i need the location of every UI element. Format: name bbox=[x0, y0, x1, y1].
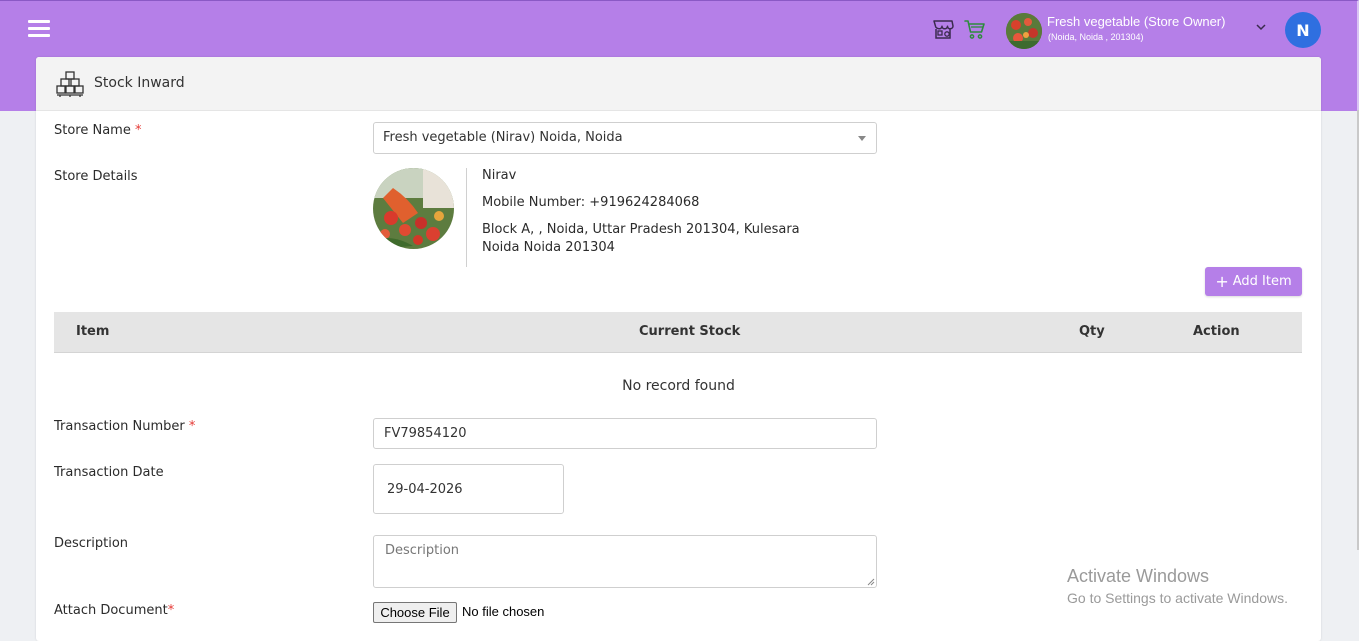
column-item: Item bbox=[76, 324, 110, 339]
store-name-label: Store Name * bbox=[54, 123, 142, 138]
required-mark: * bbox=[135, 123, 142, 138]
items-table-header: Item Current Stock Qty Action bbox=[54, 312, 1302, 353]
attach-document-label: Attach Document* bbox=[54, 603, 174, 618]
caret-down-icon bbox=[858, 136, 866, 141]
user-avatar[interactable]: N bbox=[1285, 12, 1321, 48]
store-photo bbox=[373, 168, 454, 249]
resize-handle-icon[interactable] bbox=[867, 578, 875, 586]
details-divider bbox=[466, 168, 467, 267]
required-mark: * bbox=[188, 419, 196, 434]
store-name-value: Fresh vegetable (Nirav) Noida, Noida bbox=[383, 130, 623, 145]
store-name-label-text: Store Name bbox=[54, 123, 131, 138]
store-avatar[interactable] bbox=[1006, 13, 1042, 49]
boxes-icon bbox=[56, 71, 84, 97]
cart-icon[interactable] bbox=[963, 17, 987, 41]
transaction-date-input[interactable]: 29-04-2026 bbox=[373, 464, 564, 514]
chevron-down-icon[interactable] bbox=[1255, 21, 1267, 33]
transaction-number-label: Transaction Number * bbox=[54, 419, 195, 434]
store-owner-name[interactable]: Fresh vegetable (Store Owner) bbox=[1047, 14, 1225, 29]
store-location: (Noida, Noida , 201304) bbox=[1048, 32, 1144, 42]
description-textarea[interactable]: Description bbox=[373, 535, 877, 588]
page-title: Stock Inward bbox=[94, 75, 185, 91]
no-record-message: No record found bbox=[622, 378, 735, 394]
column-action: Action bbox=[1193, 324, 1240, 339]
choose-file-button[interactable]: Choose File bbox=[373, 602, 457, 623]
store-details-label: Store Details bbox=[54, 169, 138, 184]
activate-windows-watermark: Activate Windows Go to Settings to activ… bbox=[1067, 566, 1288, 606]
add-item-button[interactable]: + Add Item bbox=[1205, 267, 1302, 296]
plus-icon: + bbox=[1215, 271, 1229, 291]
column-current-stock: Current Stock bbox=[639, 324, 741, 339]
attach-document-label-text: Attach Document bbox=[54, 603, 168, 618]
store-address-line-2: Noida Noida 201304 bbox=[482, 240, 615, 255]
required-mark: * bbox=[167, 603, 175, 618]
card-header: Stock Inward bbox=[36, 57, 1321, 111]
store-icon[interactable] bbox=[931, 17, 955, 41]
store-mobile: Mobile Number: +919624284068 bbox=[482, 195, 700, 210]
hamburger-menu-icon[interactable] bbox=[28, 20, 50, 38]
transaction-number-label-text: Transaction Number bbox=[54, 419, 185, 434]
column-qty: Qty bbox=[1079, 324, 1105, 339]
stock-inward-card: Stock Inward Store Name * Fresh vegetabl… bbox=[36, 57, 1321, 641]
no-file-chosen-text: No file chosen bbox=[462, 604, 545, 619]
description-label: Description bbox=[54, 536, 129, 551]
add-item-label: Add Item bbox=[1232, 274, 1292, 289]
activate-windows-subtitle: Go to Settings to activate Windows. bbox=[1067, 590, 1288, 606]
transaction-number-input[interactable]: FV79854120 bbox=[373, 418, 877, 449]
activate-windows-title: Activate Windows bbox=[1067, 566, 1210, 586]
store-name-select[interactable]: Fresh vegetable (Nirav) Noida, Noida bbox=[373, 122, 877, 154]
transaction-date-label: Transaction Date bbox=[54, 465, 164, 480]
store-address-line-1: Block A, , Noida, Uttar Pradesh 201304, … bbox=[482, 222, 800, 237]
store-owner: Nirav bbox=[482, 168, 517, 183]
